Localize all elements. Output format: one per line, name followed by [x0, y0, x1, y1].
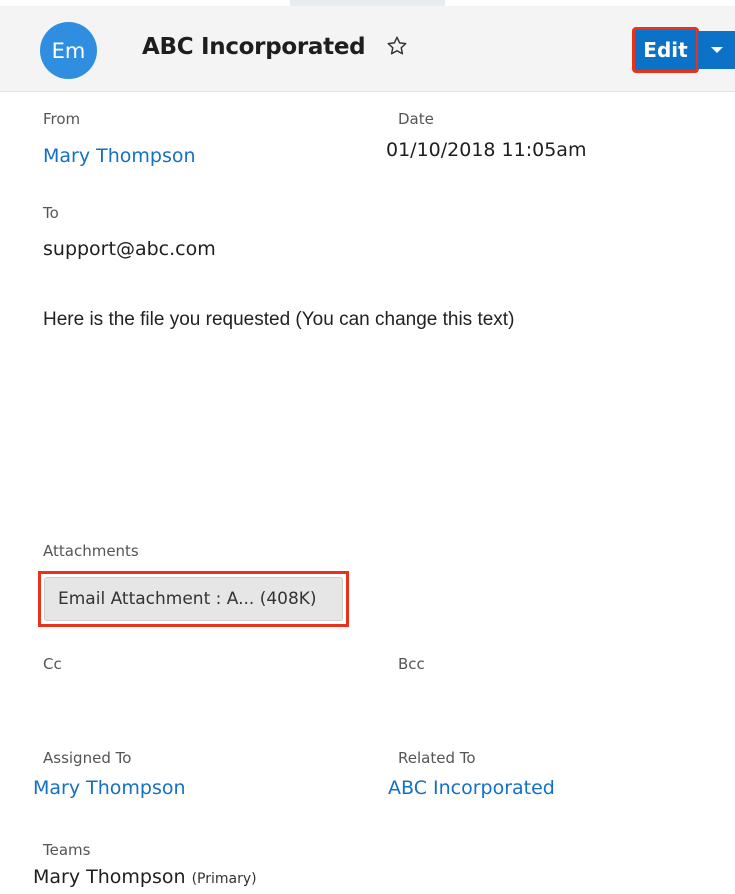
date-value: 01/10/2018 11:05am: [386, 139, 587, 161]
edit-button[interactable]: Edit: [632, 27, 699, 73]
record-title: ABC Incorporated: [142, 34, 366, 60]
related-to-label: Related To: [398, 749, 476, 767]
assigned-to-label: Assigned To: [43, 749, 132, 767]
from-link[interactable]: Mary Thompson: [43, 145, 196, 167]
attachment-highlight: Email Attachment : A... (408K): [38, 571, 349, 627]
primary-tag: (Primary): [191, 871, 257, 887]
assigned-to-link[interactable]: Mary Thompson: [33, 777, 186, 799]
teams-value: Mary Thompson (Primary): [33, 866, 257, 888]
to-label: To: [43, 204, 59, 222]
bcc-label: Bcc: [398, 655, 425, 673]
teams-label: Teams: [43, 841, 91, 859]
attachment-pill[interactable]: Email Attachment : A... (408K): [44, 577, 343, 621]
star-icon[interactable]: [386, 35, 408, 57]
actions-dropdown-button[interactable]: [698, 31, 735, 69]
related-to-link[interactable]: ABC Incorporated: [388, 777, 555, 799]
chevron-down-icon: [710, 47, 723, 53]
email-body: Here is the file you requested (You can …: [43, 309, 515, 330]
module-avatar: Em: [40, 22, 97, 79]
cc-label: Cc: [43, 655, 62, 673]
team-name: Mary Thompson: [33, 866, 186, 888]
from-label: From: [43, 110, 81, 128]
date-label: Date: [398, 110, 434, 128]
to-value: support@abc.com: [43, 238, 216, 260]
record-header: Em ABC Incorporated Edit: [0, 6, 735, 92]
attachments-label: Attachments: [43, 542, 139, 560]
